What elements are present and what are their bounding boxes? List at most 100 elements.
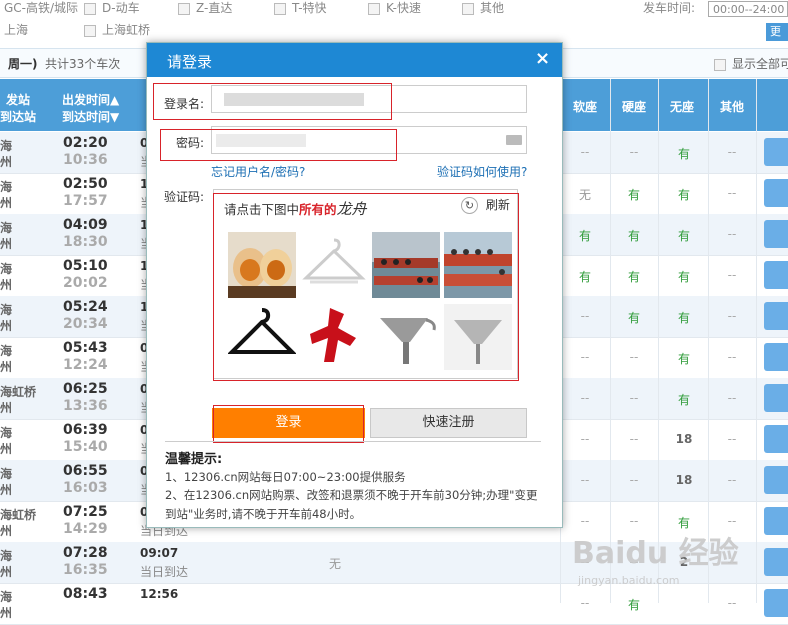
seat-availability: -- bbox=[629, 391, 639, 405]
book-button[interactable] bbox=[764, 384, 788, 412]
checkbox-z[interactable] bbox=[178, 2, 190, 15]
to-station: 州 bbox=[0, 606, 13, 620]
summary-count: 共计33个车次 bbox=[45, 57, 121, 71]
seat-availability: 有 bbox=[677, 352, 690, 366]
book-button[interactable] bbox=[764, 138, 788, 166]
seat-availability: -- bbox=[727, 227, 737, 241]
highlight-login bbox=[213, 405, 364, 443]
watermark-logo: Baidu 经验 bbox=[572, 536, 739, 571]
arrive-time: 12:24 bbox=[63, 357, 108, 373]
seat-availability: -- bbox=[580, 432, 590, 446]
arrive-time: 17:57 bbox=[63, 193, 108, 209]
from-station: 海虹桥 bbox=[0, 508, 37, 522]
filter-other[interactable]: 其他 bbox=[462, 0, 504, 19]
book-button[interactable] bbox=[764, 507, 788, 535]
table-row: 海州 08:43 12:56 -- 有 -- bbox=[0, 583, 788, 625]
filter-gc[interactable]: GC-高铁/城际 bbox=[4, 1, 78, 15]
seat-availability: 有 bbox=[677, 188, 690, 202]
seat-availability: 有 bbox=[578, 229, 591, 243]
close-icon[interactable]: × bbox=[535, 48, 550, 69]
station-filters: 上海 上海虹桥 bbox=[4, 19, 150, 41]
arrive-time: 20:34 bbox=[63, 316, 108, 332]
filter-t[interactable]: T-特快 bbox=[274, 0, 327, 19]
seat-availability: -- bbox=[580, 350, 590, 364]
to-station: 州 bbox=[0, 524, 13, 538]
highlight-password bbox=[160, 129, 397, 161]
seat-availability: -- bbox=[580, 391, 590, 405]
captcha-help-link[interactable]: 验证码如何使用? bbox=[437, 163, 527, 180]
to-station: 州 bbox=[0, 401, 13, 415]
tip-line-1: 1、12306.cn网站每日07:00~23:00提供服务 bbox=[165, 470, 406, 484]
book-button[interactable] bbox=[764, 220, 788, 248]
checkbox-d[interactable] bbox=[84, 2, 96, 15]
divider bbox=[165, 441, 541, 442]
filter-d[interactable]: D-动车 bbox=[84, 0, 140, 19]
filter-z[interactable]: Z-直达 bbox=[178, 0, 232, 19]
filter-bar: GC-高铁/城际 D-动车 Z-直达 T-特快 K-快速 其他 发车时间: 00… bbox=[0, 0, 788, 56]
quick-register-button[interactable]: 快速注册 bbox=[370, 408, 527, 438]
to-station: 州 bbox=[0, 442, 13, 456]
checkbox-other[interactable] bbox=[462, 2, 474, 15]
seat-availability: 无 bbox=[578, 188, 591, 202]
seat-availability: -- bbox=[629, 473, 639, 487]
seat-availability: 有 bbox=[677, 147, 690, 161]
depart-time: 04:09 bbox=[63, 217, 108, 233]
checkbox-t[interactable] bbox=[274, 2, 286, 15]
station-shanghai[interactable]: 上海 bbox=[4, 23, 28, 37]
from-station: 海虹桥 bbox=[0, 385, 37, 399]
more-button[interactable]: 更多 bbox=[766, 23, 788, 56]
checkbox-k[interactable] bbox=[368, 2, 380, 15]
from-station: 海 bbox=[0, 139, 13, 153]
checkbox-hongqiao[interactable] bbox=[84, 24, 96, 37]
depart-time: 02:20 bbox=[63, 135, 108, 151]
seat-availability: -- bbox=[580, 309, 590, 323]
show-all-checkbox[interactable] bbox=[714, 58, 726, 71]
column-divider bbox=[708, 79, 709, 603]
to-station: 州 bbox=[0, 237, 13, 251]
depart-time-select[interactable]: 00:00--24:00 bbox=[708, 1, 788, 17]
book-button[interactable] bbox=[764, 425, 788, 453]
column-divider bbox=[756, 79, 757, 603]
seat-availability: -- bbox=[727, 514, 737, 528]
seat-availability: -- bbox=[580, 473, 590, 487]
book-button[interactable] bbox=[764, 548, 788, 576]
book-button[interactable] bbox=[764, 466, 788, 494]
seat-availability: -- bbox=[580, 514, 590, 528]
depart-time: 07:28 bbox=[63, 545, 108, 561]
depart-time: 08:43 bbox=[63, 586, 108, 602]
filter-k[interactable]: K-快速 bbox=[368, 0, 421, 19]
depart-time: 05:43 bbox=[63, 340, 108, 356]
station-hongqiao[interactable]: 上海虹桥 bbox=[84, 19, 150, 41]
seat-availability: -- bbox=[727, 268, 737, 282]
seat-availability: 有 bbox=[677, 393, 690, 407]
login-dialog: 请登录 × 登录名: 密码: 忘记用户名/密码? 验证码如何使用? 验证码: 请… bbox=[146, 42, 563, 528]
book-button[interactable] bbox=[764, 589, 788, 617]
col-time[interactable]: 出发时间▲ 到达时间▼ bbox=[62, 91, 119, 125]
col-hard-seat: 硬座 bbox=[622, 100, 647, 114]
seat-availability: 18 bbox=[675, 473, 693, 487]
seat-availability: -- bbox=[629, 514, 639, 528]
from-station: 海 bbox=[0, 221, 13, 235]
depart-time: 06:55 bbox=[63, 463, 108, 479]
book-button[interactable] bbox=[764, 343, 788, 371]
to-station: 州 bbox=[0, 278, 13, 292]
arrive-time: 13:36 bbox=[63, 398, 108, 414]
book-button[interactable] bbox=[764, 261, 788, 289]
highlight-username bbox=[153, 83, 392, 120]
keyboard-icon[interactable] bbox=[506, 135, 522, 145]
col-station[interactable]: 发站 到达站 bbox=[0, 91, 36, 125]
seat-availability: -- bbox=[727, 391, 737, 405]
from-station: 海 bbox=[0, 303, 13, 317]
from-station: 海 bbox=[0, 549, 13, 563]
forgot-password-link[interactable]: 忘记用户名/密码? bbox=[211, 163, 305, 180]
book-button[interactable] bbox=[764, 302, 788, 330]
seat-availability: 有 bbox=[677, 229, 690, 243]
column-divider bbox=[610, 79, 611, 603]
book-button[interactable] bbox=[764, 179, 788, 207]
tip-line-2: 2、在12306.cn网站购票、改签和退票须不晚于开车前30分钟;办理"变更 bbox=[165, 488, 538, 502]
show-all-toggle[interactable]: 显示全部可 bbox=[714, 55, 788, 72]
depart-time: 05:10 bbox=[63, 258, 108, 274]
seat-availability: -- bbox=[727, 186, 737, 200]
depart-time: 06:25 bbox=[63, 381, 108, 397]
seat-availability: -- bbox=[629, 350, 639, 364]
